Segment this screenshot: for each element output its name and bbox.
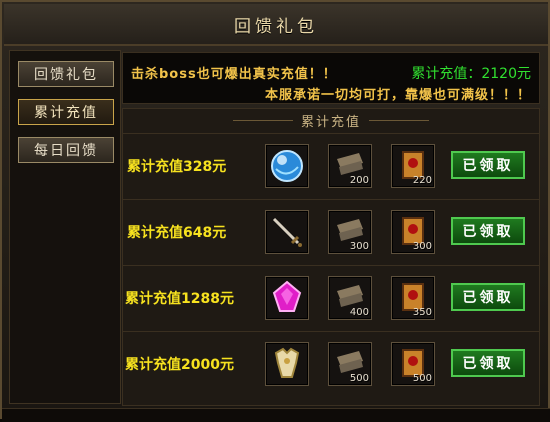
reward-tier-label: 累计充值328元 [127, 159, 227, 175]
item-quantity: 300 [349, 241, 369, 252]
sidebar-item-daily-feedback[interactable]: 每日回馈 [18, 137, 114, 163]
total-recharge-text: 累计充值：2120元 [411, 66, 531, 82]
section-title: 累计充值 [300, 114, 361, 130]
banner-line-2: 本服承诺一切均可打，靠爆也可满级！！！ [264, 88, 531, 103]
claimed-button[interactable]: 已领取 [451, 217, 525, 245]
item-quantity: 500 [349, 373, 369, 384]
item-slot[interactable]: 400 [328, 276, 372, 320]
item-quantity: 300 [412, 241, 432, 252]
sidebar: 回馈礼包 累计充值 每日回馈 [9, 50, 121, 404]
item-quantity: 220 [412, 175, 432, 186]
item-slot[interactable]: 350 [391, 276, 435, 320]
reward-row: 累计充值1288元 400 350 已领取 [123, 265, 539, 331]
item-slot[interactable] [265, 342, 309, 386]
reward-row: 累计充值328元 200 220 已领取 [123, 133, 539, 199]
item-slot[interactable] [265, 276, 309, 320]
claimed-button[interactable]: 已领取 [451, 283, 525, 311]
promo-banner: 击杀boss也可爆出真实充值！！ 累计充值：2120元 本服承诺一切均可打，靠爆… [122, 52, 540, 104]
reward-row: 累计充值648元 300 300 已领取 [123, 199, 539, 265]
sidebar-item-label: 回馈礼包 [34, 67, 98, 83]
item-quantity: 350 [412, 307, 432, 318]
sidebar-item-cumulative-recharge[interactable]: 累计充值 [18, 99, 114, 125]
pink-gem-icon [272, 280, 302, 312]
blue-orb-icon [271, 150, 303, 182]
item-quantity: 500 [412, 373, 432, 384]
reward-panel: 累计充值 累计充值328元 200 220 已领取 累计充值648元 300 3… [122, 108, 540, 406]
item-slot[interactable]: 500 [328, 342, 372, 386]
divider [369, 119, 429, 121]
reward-row: 累计充值2000元 500 500 已领取 [123, 331, 539, 397]
bottom-strip [2, 408, 550, 422]
banner-line-1: 击杀boss也可爆出真实充值！！ [131, 67, 337, 82]
claimed-button[interactable]: 已领取 [451, 349, 525, 377]
reward-tier-label: 累计充值2000元 [125, 357, 234, 373]
item-slot[interactable]: 220 [391, 144, 435, 188]
sidebar-item-feedback-pack[interactable]: 回馈礼包 [18, 61, 114, 87]
sidebar-item-label: 累计充值 [34, 105, 98, 121]
divider [232, 119, 293, 121]
sidebar-item-label: 每日回馈 [34, 143, 98, 159]
reward-tier-label: 累计充值1288元 [125, 291, 234, 307]
claimed-button[interactable]: 已领取 [451, 151, 525, 179]
section-header: 累计充值 [123, 109, 539, 131]
item-slot[interactable]: 500 [391, 342, 435, 386]
item-slot[interactable]: 300 [391, 210, 435, 254]
item-quantity: 400 [349, 307, 369, 318]
item-slot[interactable]: 200 [328, 144, 372, 188]
item-quantity: 200 [349, 175, 369, 186]
item-slot[interactable]: 300 [328, 210, 372, 254]
reward-window: 回馈礼包 回馈礼包 累计充值 每日回馈 击杀boss也可爆出真实充值！！ 累计充… [0, 0, 550, 422]
item-slot[interactable] [265, 210, 309, 254]
window-title: 回馈礼包 [234, 16, 318, 37]
item-slot[interactable] [265, 144, 309, 188]
sword-icon [272, 217, 302, 247]
reward-tier-label: 累计充值648元 [127, 225, 227, 241]
armor-icon [274, 347, 300, 378]
title-bar: 回馈礼包 [4, 4, 548, 46]
